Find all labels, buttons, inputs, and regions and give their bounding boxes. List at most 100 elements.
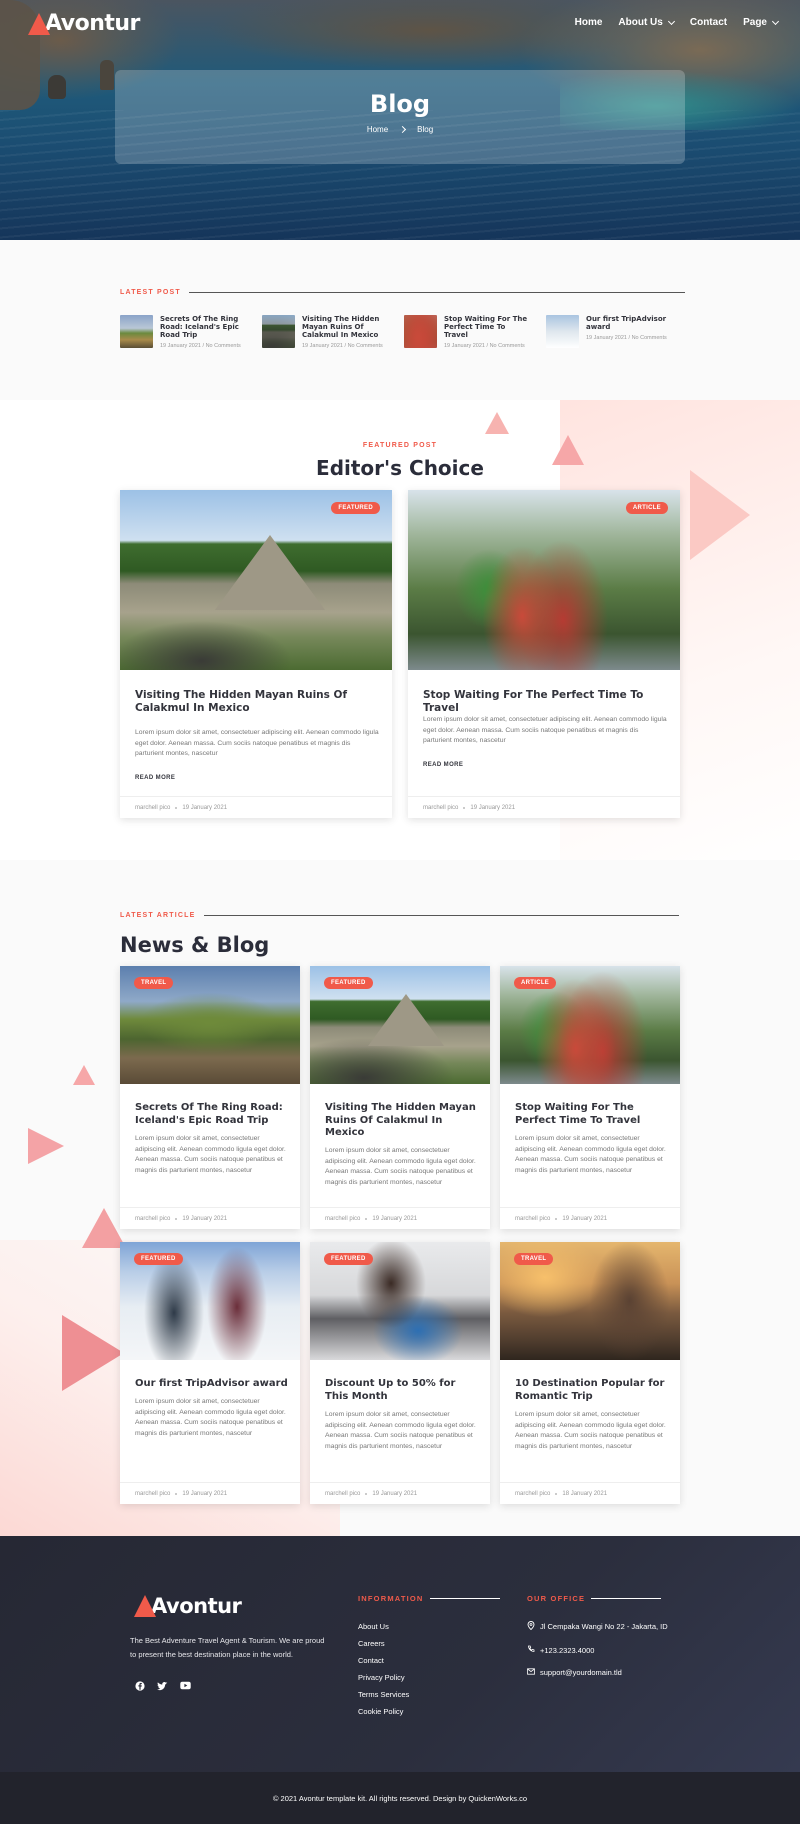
office-info: Jl Cempaka Wangi No 22 - Jakarta, ID +12… [527,1621,668,1677]
card-title[interactable]: Discount Up to 50% for This Month [325,1378,480,1403]
card-excerpt: Lorem ipsum dolor sit amet, consectetuer… [423,716,667,744]
nav-item-about-us[interactable]: About Us [618,17,675,28]
card-title[interactable]: Stop Waiting For The Perfect Time To Tra… [515,1102,670,1127]
blog-card[interactable]: TRAVEL 10 Destination Popular for Romant… [500,1242,680,1504]
card-title[interactable]: 10 Destination Popular for Romantic Trip [515,1378,670,1403]
footer-link-terms-services[interactable]: Terms Services [358,1690,409,1699]
chevron-down-icon [771,17,780,25]
copyright-bar: © 2021 Avontur template kit. All rights … [0,1772,800,1824]
divider [203,915,679,916]
card-date: 18 January 2021 [562,1490,608,1497]
facebook-icon[interactable] [134,1680,145,1691]
category-badge[interactable]: ARTICLE [625,502,668,514]
office-phone[interactable]: +123.2323.4000 [527,1645,668,1655]
card-title[interactable]: Stop Waiting For The Perfect Time To Tra… [423,689,663,715]
category-badge[interactable]: FEATURED [324,977,373,989]
card-meta: marchell pico 19 January 2021 [408,796,680,818]
card-image [408,490,680,670]
post-title: Secrets Of The Ring Road: Iceland's Epic… [160,315,239,339]
read-more-link[interactable]: READ MORE [135,775,175,781]
card-date: 19 January 2021 [372,1490,418,1497]
nav-label: Contact [689,17,728,28]
decor-triangle [690,470,750,560]
nav-item-contact[interactable]: Contact [690,17,727,28]
breadcrumb-home[interactable]: Home [367,125,388,134]
breadcrumb-current: Blog [417,125,434,134]
footer-link-careers[interactable]: Careers [358,1639,409,1648]
card-excerpt: Lorem ipsum dolor sit amet, consectetuer… [135,1135,286,1174]
nav-item-home[interactable]: Home [575,17,603,28]
hero-rock [48,75,66,99]
blog-card[interactable]: TRAVEL Secrets Of The Ring Road: Iceland… [120,966,300,1229]
card-title[interactable]: Visiting The Hidden Mayan Ruins Of Calak… [135,689,375,715]
category-badge[interactable]: FEATURED [324,1253,373,1265]
card-date: 19 January 2021 [182,1215,228,1222]
office-email[interactable]: support@yourdomain.tld [527,1668,668,1677]
card-excerpt: Lorem ipsum dolor sit amet, consectetuer… [325,1411,476,1450]
latest-post-item[interactable]: Visiting The Hidden Mayan Ruins Of Calak… [262,315,386,349]
category-badge[interactable]: TRAVEL [514,1253,554,1265]
pyramid-shape [367,994,444,1046]
card-title[interactable]: Secrets Of The Ring Road: Iceland's Epic… [135,1102,290,1127]
email-text: support@yourdomain.tld [540,1668,622,1677]
separator-dot [175,806,178,809]
editor-card[interactable]: FEATURED Visiting The Hidden Mayan Ruins… [120,490,392,818]
card-meta: marchell pico 18 January 2021 [500,1482,680,1504]
logo-text: Avontur [151,1594,242,1618]
twitter-icon[interactable] [157,1680,168,1691]
card-title[interactable]: Visiting The Hidden Mayan Ruins Of Calak… [325,1102,480,1140]
divider [188,292,685,293]
section-label-text: LATEST ARTICLE [120,912,196,919]
editor-card[interactable]: ARTICLE Stop Waiting For The Perfect Tim… [408,490,680,818]
footer-link-cookie-policy[interactable]: Cookie Policy [358,1707,409,1716]
footer-link-about-us[interactable]: About Us [358,1622,409,1631]
column-title-text: INFORMATION [358,1594,424,1603]
site-logo[interactable]: Avontur [28,11,140,36]
latest-post-item[interactable]: Our first TripAdvisor award 19 January 2… [546,315,670,349]
footer-link-contact[interactable]: Contact [358,1656,409,1665]
nav-item-page[interactable]: Page [743,17,780,28]
card-date: 19 January 2021 [182,1490,228,1497]
latest-post-list: Secrets Of The Ring Road: Iceland's Epic… [120,315,670,349]
card-meta: marchell pico 19 January 2021 [120,796,392,818]
post-meta: 19 January 2021 / No Comments [302,343,383,349]
footer-links: About Us Careers Contact Privacy Policy … [358,1622,409,1716]
site-footer: Avontur The Best Adventure Travel Agent … [0,1536,800,1772]
latest-post-item[interactable]: Secrets Of The Ring Road: Iceland's Epic… [120,315,244,349]
blog-card[interactable]: FEATURED Discount Up to 50% for This Mon… [310,1242,490,1504]
footer-logo[interactable]: Avontur [134,1594,242,1618]
nav-label: Home [574,17,603,28]
mail-icon [527,1668,535,1677]
card-author: marchell pico [325,1490,361,1497]
post-thumbnail [404,315,437,348]
pyramid-shape [215,535,326,610]
separator-dot [365,1492,368,1495]
section-title: News & Blog [120,933,270,957]
youtube-icon[interactable] [180,1680,191,1691]
blog-card[interactable]: ARTICLE Stop Waiting For The Perfect Tim… [500,966,680,1229]
category-badge[interactable]: TRAVEL [134,977,174,989]
category-badge[interactable]: ARTICLE [514,977,557,989]
logo-mark-icon [134,1595,156,1617]
separator-dot [175,1492,178,1495]
blog-card[interactable]: FEATURED Our first TripAdvisor award Lor… [120,1242,300,1504]
post-date: 19 January 2021 [444,343,485,349]
card-meta: marchell pico 19 January 2021 [310,1207,490,1229]
blog-card[interactable]: FEATURED Visiting The Hidden Mayan Ruins… [310,966,490,1229]
page-title: Blog [369,90,431,118]
card-date: 19 January 2021 [182,804,228,811]
category-badge[interactable]: FEATURED [331,502,380,514]
card-author: marchell pico [515,1215,551,1222]
card-date: 19 January 2021 [562,1215,608,1222]
separator-dot [175,1217,178,1220]
read-more-link[interactable]: READ MORE [423,762,463,768]
card-meta: marchell pico 19 January 2021 [310,1482,490,1504]
card-excerpt: Lorem ipsum dolor sit amet, consectetuer… [135,1398,286,1437]
section-label: LATEST POST [120,289,685,296]
card-excerpt: Lorem ipsum dolor sit amet, consectetuer… [515,1411,666,1450]
footer-link-privacy-policy[interactable]: Privacy Policy [358,1673,409,1682]
category-badge[interactable]: FEATURED [134,1253,183,1265]
footer-about-text: The Best Adventure Travel Agent & Touris… [130,1636,325,1659]
latest-post-item[interactable]: Stop Waiting For The Perfect Time To Tra… [404,315,528,349]
card-title[interactable]: Our first TripAdvisor award [135,1378,290,1391]
